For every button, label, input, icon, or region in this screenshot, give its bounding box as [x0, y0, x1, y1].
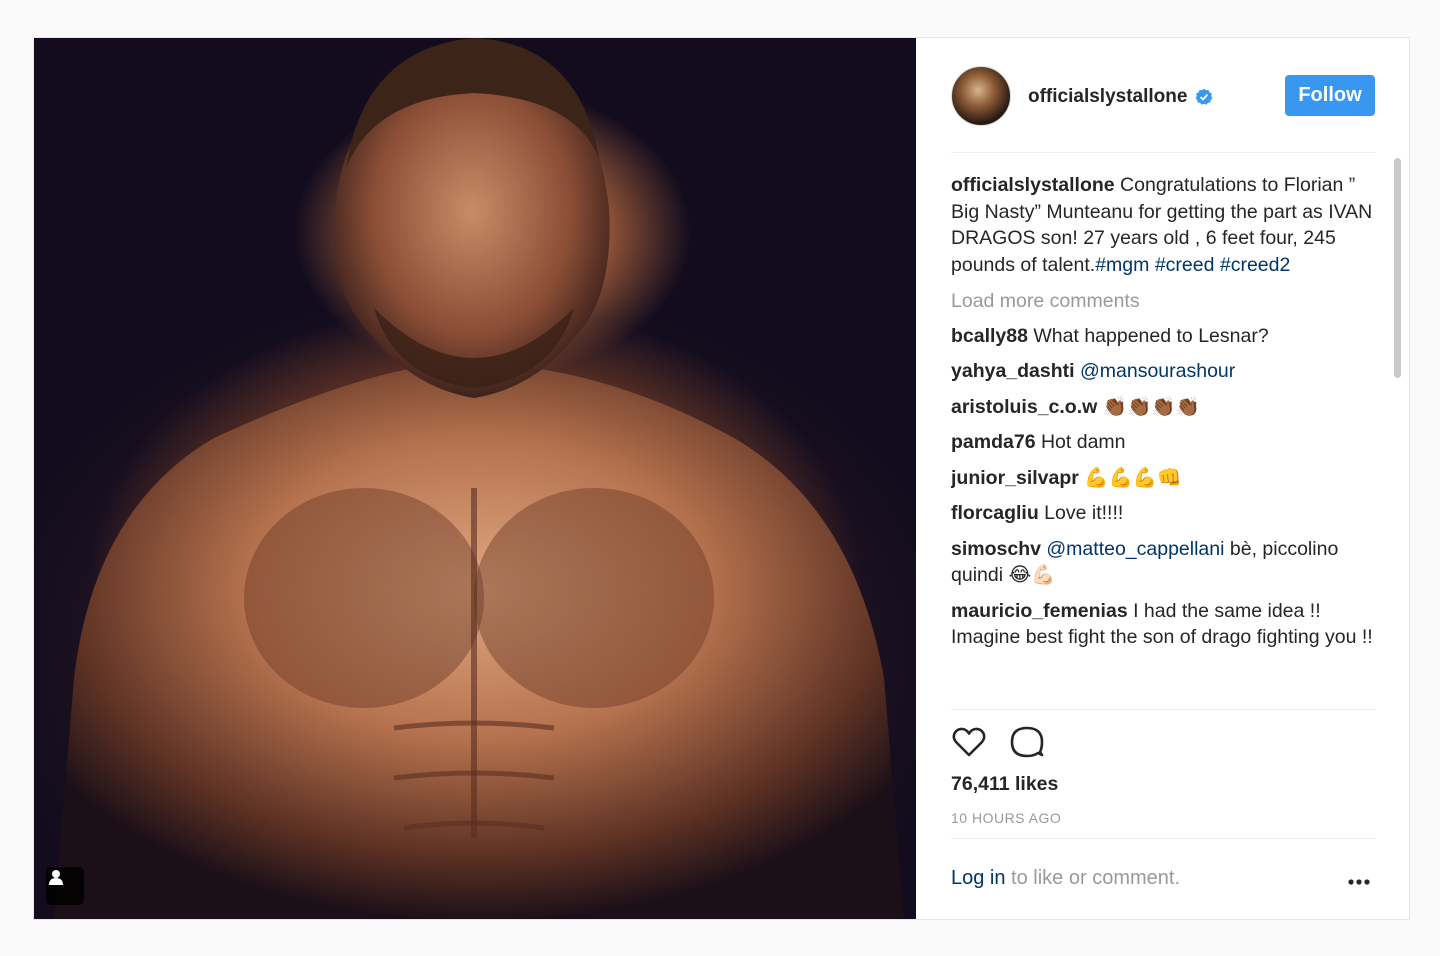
header-divider	[951, 152, 1375, 153]
comment-text: 👏🏾👏🏾👏🏾👏🏾	[1097, 395, 1200, 418]
hashtag-creed[interactable]: #creed	[1155, 254, 1215, 276]
likes-count[interactable]: 76,411 likes	[951, 773, 1058, 796]
comment-username[interactable]: junior_silvapr	[951, 467, 1079, 489]
post-photo[interactable]	[34, 38, 916, 919]
caption-username[interactable]: officialslystallone	[951, 174, 1115, 196]
post-sidebar: officialslystallone Follow officialslyst…	[917, 38, 1409, 919]
comments-list[interactable]: officialslystallone Congratulations to F…	[951, 168, 1375, 713]
hashtag-creed2[interactable]: #creed2	[1220, 254, 1290, 276]
follow-button[interactable]: Follow	[1285, 75, 1375, 116]
scrollbar-thumb[interactable]	[1394, 158, 1401, 378]
comment-username[interactable]: aristoluis_c.o.w	[951, 396, 1097, 418]
comment-item: florcagliu Love it!!!!	[951, 500, 1375, 527]
post-timestamp[interactable]: 10 HOURS AGO	[951, 810, 1061, 826]
comment-text: What happened to Lesnar?	[1027, 324, 1269, 347]
comment-mention[interactable]: @matteo_cappellani	[1041, 538, 1224, 560]
comment-item: simoschv @matteo_cappellani bè, piccolin…	[951, 536, 1375, 589]
header-username[interactable]: officialslystallone	[1028, 86, 1213, 108]
comment-item: bcally88 What happened to Lesnar?	[951, 323, 1375, 350]
more-options-icon[interactable]	[1347, 878, 1371, 886]
footer-divider	[951, 838, 1375, 839]
user-tag-icon[interactable]	[46, 867, 84, 905]
login-link[interactable]: Log in	[951, 867, 1006, 889]
comment-text: 💪💪💪👊	[1078, 466, 1182, 489]
comment-username[interactable]: florcagliu	[951, 502, 1039, 524]
comment-mention[interactable]: @mansourashour	[1075, 360, 1235, 382]
load-more-comments-link[interactable]: Load more comments	[951, 288, 1375, 315]
hashtag-mgm[interactable]: #mgm	[1095, 254, 1149, 276]
comment-bubble-icon[interactable]	[1009, 724, 1045, 760]
comments-scrollbar[interactable]	[1391, 156, 1403, 716]
comment-item: mauricio_femenias I had the same idea !!…	[951, 598, 1375, 651]
comment-username[interactable]: bcally88	[951, 325, 1028, 347]
comment-text: Love it!!!!	[1038, 502, 1124, 524]
login-prompt-text: to like or comment.	[1005, 867, 1181, 889]
avatar[interactable]	[951, 66, 1011, 126]
photo-figure	[54, 38, 904, 919]
comment-username[interactable]: simoschv	[951, 538, 1041, 560]
comment-item: aristoluis_c.o.w 👏🏾👏🏾👏🏾👏🏾	[951, 394, 1375, 421]
comment-item: pamda76 Hot damn	[951, 429, 1375, 456]
actions-divider	[951, 709, 1375, 710]
login-prompt: Log in to like or comment.	[951, 867, 1180, 890]
post-card: officialslystallone Follow officialslyst…	[33, 37, 1410, 920]
comment-item: junior_silvapr 💪💪💪👊	[951, 465, 1375, 492]
heart-icon[interactable]	[951, 724, 987, 760]
comment-username[interactable]: pamda76	[951, 431, 1036, 453]
post-header: officialslystallone Follow	[917, 38, 1409, 152]
comment-item: yahya_dashti @mansourashour	[951, 358, 1375, 385]
post-caption: officialslystallone Congratulations to F…	[951, 172, 1375, 278]
comment-username[interactable]: mauricio_femenias	[951, 600, 1128, 622]
verified-badge-icon	[1196, 88, 1213, 105]
comment-text: Hot damn	[1035, 431, 1126, 453]
comment-username[interactable]: yahya_dashti	[951, 360, 1075, 382]
header-username-text[interactable]: officialslystallone	[1028, 86, 1187, 108]
